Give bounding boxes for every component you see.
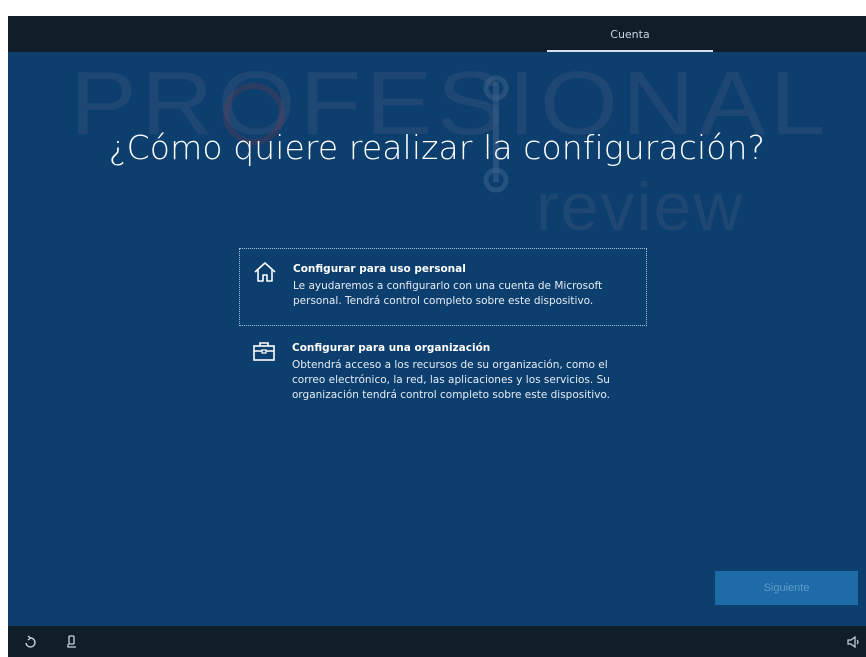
home-icon [254, 262, 276, 282]
next-button[interactable]: Siguiente [715, 571, 858, 605]
top-bar: Cuenta [8, 16, 866, 52]
tab-cuenta[interactable]: Cuenta [547, 16, 713, 52]
volume-icon[interactable] [846, 634, 862, 650]
briefcase-icon [253, 342, 275, 361]
option-organization-description: Obtendrá acceso a los recursos de su org… [292, 359, 610, 401]
bottom-bar [8, 626, 866, 657]
option-organization-title: Configurar para una organización [292, 342, 491, 354]
tab-underline [547, 50, 713, 52]
page-title: ¿Cómo quiere realizar la configuración? [108, 128, 766, 167]
setup-screen: Cuenta PROFESIONAL review ¿Cómo quiere r… [8, 16, 866, 657]
accessibility-icon[interactable] [22, 634, 38, 650]
option-personal-title: Configurar para uso personal [293, 263, 466, 275]
option-personal-use[interactable]: Configurar para uso personal Le ayudarem… [239, 248, 647, 326]
watermark-line2: review [536, 169, 745, 245]
option-personal-description: Le ayudaremos a configurarlo con una cue… [293, 280, 603, 307]
option-organization[interactable]: Configurar para una organización Obtendr… [239, 338, 647, 432]
microphone-icon[interactable] [64, 634, 80, 650]
